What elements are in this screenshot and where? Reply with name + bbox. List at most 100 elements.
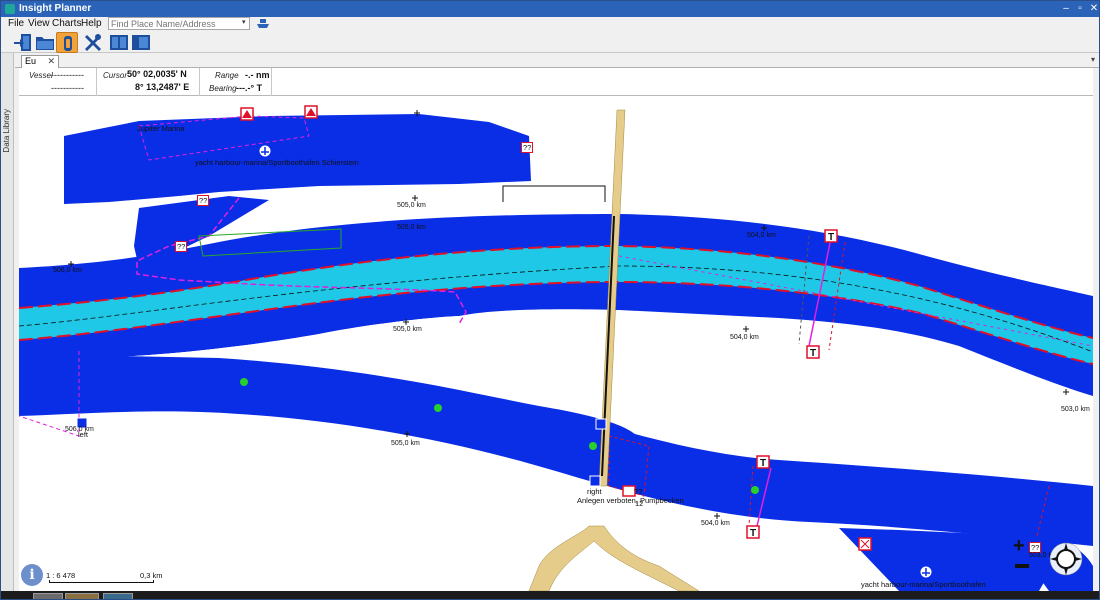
bearing-label: Bearing	[209, 84, 237, 93]
open-button[interactable]	[34, 32, 56, 53]
right-bank-label: right	[587, 487, 602, 496]
tab-close-icon[interactable]: ✕	[47, 56, 55, 67]
river-side-arm	[19, 354, 1093, 546]
harbour-marker[interactable]	[240, 107, 254, 121]
window-title: Insight Planner	[19, 3, 92, 14]
t-marker[interactable]: T	[806, 345, 820, 359]
chart-map[interactable]: T T T T Jupiter Marina yacht harbour-mar…	[19, 96, 1093, 591]
bearing-value: ---.-° T	[236, 83, 263, 93]
ferry-line-right	[798, 335, 816, 347]
cursor-label: Cursor	[103, 71, 128, 80]
app-window: Insight Planner – ▫ ✕ File View Charts H…	[0, 0, 1100, 600]
data-library-label: Data Library	[2, 109, 11, 153]
anchor-symbol[interactable]	[258, 144, 272, 158]
split-view-icon	[110, 35, 128, 50]
bridge-pillar-marker[interactable]	[595, 418, 607, 430]
bridge-pillar-marker[interactable]	[589, 475, 601, 487]
ship-icon[interactable]	[256, 17, 270, 30]
km-label-505-top2: 505,0 km	[397, 224, 426, 231]
anlegen-label[interactable]: Anlegen verboten, Pumpbecken	[577, 496, 684, 505]
km-label-505-mid: 505,0 km	[393, 326, 422, 333]
range-value: -.- nm	[245, 70, 270, 80]
green-buoy[interactable]	[589, 442, 597, 450]
minimize-button[interactable]: –	[1059, 2, 1073, 16]
range-label: Range	[215, 71, 239, 80]
tools-button[interactable]	[82, 32, 104, 53]
tab-eu-label: Eu	[25, 56, 37, 66]
t-marker[interactable]: T	[824, 229, 838, 243]
info-icon[interactable]: i	[21, 564, 43, 586]
toolbar	[1, 31, 1099, 53]
vessel-label: Vessel	[29, 71, 53, 80]
nautical-chart[interactable]: T T T T	[19, 96, 1093, 591]
green-buoy[interactable]	[751, 486, 759, 494]
menu-file[interactable]: File	[8, 18, 24, 29]
taskbar-item[interactable]	[103, 593, 133, 599]
menu-help[interactable]: Help	[81, 18, 102, 29]
split-view-button[interactable]	[108, 32, 130, 53]
close-button[interactable]: ✕	[1087, 2, 1099, 16]
km-label-503-right: 503,0 km	[1061, 406, 1090, 413]
restore-button[interactable]: ▫	[1073, 2, 1087, 16]
scale-distance: 0,3 km	[140, 571, 163, 580]
harbour-label-bottom[interactable]: yacht harbour-marina/Sportboothafen	[861, 580, 986, 589]
svg-text:T: T	[760, 458, 766, 469]
exit-button[interactable]	[12, 32, 34, 53]
svg-text:T: T	[750, 528, 756, 539]
green-buoy[interactable]	[240, 378, 248, 386]
km-label-505-top: 505,0 km	[397, 202, 426, 209]
menu-charts[interactable]: Charts	[52, 18, 81, 29]
green-buoy[interactable]	[434, 404, 442, 412]
unknown-marker-1[interactable]: ??	[521, 142, 534, 153]
taskbar-item[interactable]	[65, 593, 99, 599]
app-icon	[5, 4, 15, 14]
cursor-latitude: 50° 02,0035' N	[127, 69, 187, 79]
tab-menu-icon[interactable]: ▾	[1091, 55, 1095, 64]
exit-icon	[14, 34, 31, 51]
taskbar-strip	[1, 591, 1099, 599]
menu-view[interactable]: View	[28, 18, 50, 29]
km-label-504-bottom: 504,0 km	[701, 520, 730, 527]
compass-icon[interactable]	[1049, 542, 1083, 576]
unknown-marker-3[interactable]: ??	[175, 241, 188, 252]
scale-bar	[49, 580, 154, 583]
data-library-panel[interactable]: Data Library	[1, 53, 14, 599]
folder-icon	[36, 37, 54, 50]
title-bar: Insight Planner – ▫ ✕	[1, 1, 1099, 17]
cursor-longitude: 8° 13,2487' E	[135, 82, 190, 92]
single-view-button[interactable]	[130, 32, 152, 53]
harbour-marker[interactable]	[304, 105, 318, 119]
crossed-marker[interactable]	[858, 537, 872, 551]
harbour-name-label[interactable]: Jupiter Marina	[137, 124, 185, 133]
zoom-out-button[interactable]	[1015, 564, 1029, 568]
info-bar: Vessel ----------- ----------- Cursor 50…	[19, 68, 1093, 96]
place-search-input[interactable]	[108, 17, 250, 30]
t-marker[interactable]: T	[756, 455, 770, 469]
tools-icon	[85, 34, 101, 51]
bridge-road-curve	[528, 525, 700, 591]
zoom-in-button[interactable]: +	[1013, 536, 1025, 556]
km-label-504-top: 504,0 km	[747, 232, 776, 239]
km-label-506-left: 506,0 km	[53, 267, 82, 274]
unknown-marker-2[interactable]: ??	[197, 195, 210, 206]
harbour-label-top[interactable]: yacht harbour-marina/Sportboothafen Schi…	[195, 158, 359, 167]
taskbar-item[interactable]	[33, 593, 63, 599]
svg-text:T: T	[810, 348, 816, 359]
single-view-icon	[132, 35, 150, 50]
km-label-505-bottom: 505,0 km	[391, 440, 420, 447]
chart-tab-strip: Eu ✕ ▾	[15, 54, 1099, 68]
svg-text:T: T	[828, 232, 834, 243]
lifebuoy-button[interactable]	[56, 32, 78, 53]
bridge-outline-top	[502, 185, 606, 202]
unknown-marker-4[interactable]: ??	[634, 487, 642, 496]
lifebuoy-icon	[64, 36, 72, 51]
km-label-506-bottom: 506,0 km	[65, 426, 94, 433]
vessel-value-1: -----------	[51, 70, 84, 80]
scale-ratio: 1 : 6 478	[46, 571, 76, 580]
tab-eu[interactable]: Eu ✕	[21, 55, 59, 68]
unknown-marker-4-number: 12	[635, 499, 644, 508]
anchor-symbol[interactable]	[919, 565, 933, 579]
vessel-value-2: -----------	[51, 83, 84, 93]
search-dropdown-icon[interactable]: ▾	[242, 18, 246, 26]
t-marker[interactable]: T	[746, 525, 760, 539]
